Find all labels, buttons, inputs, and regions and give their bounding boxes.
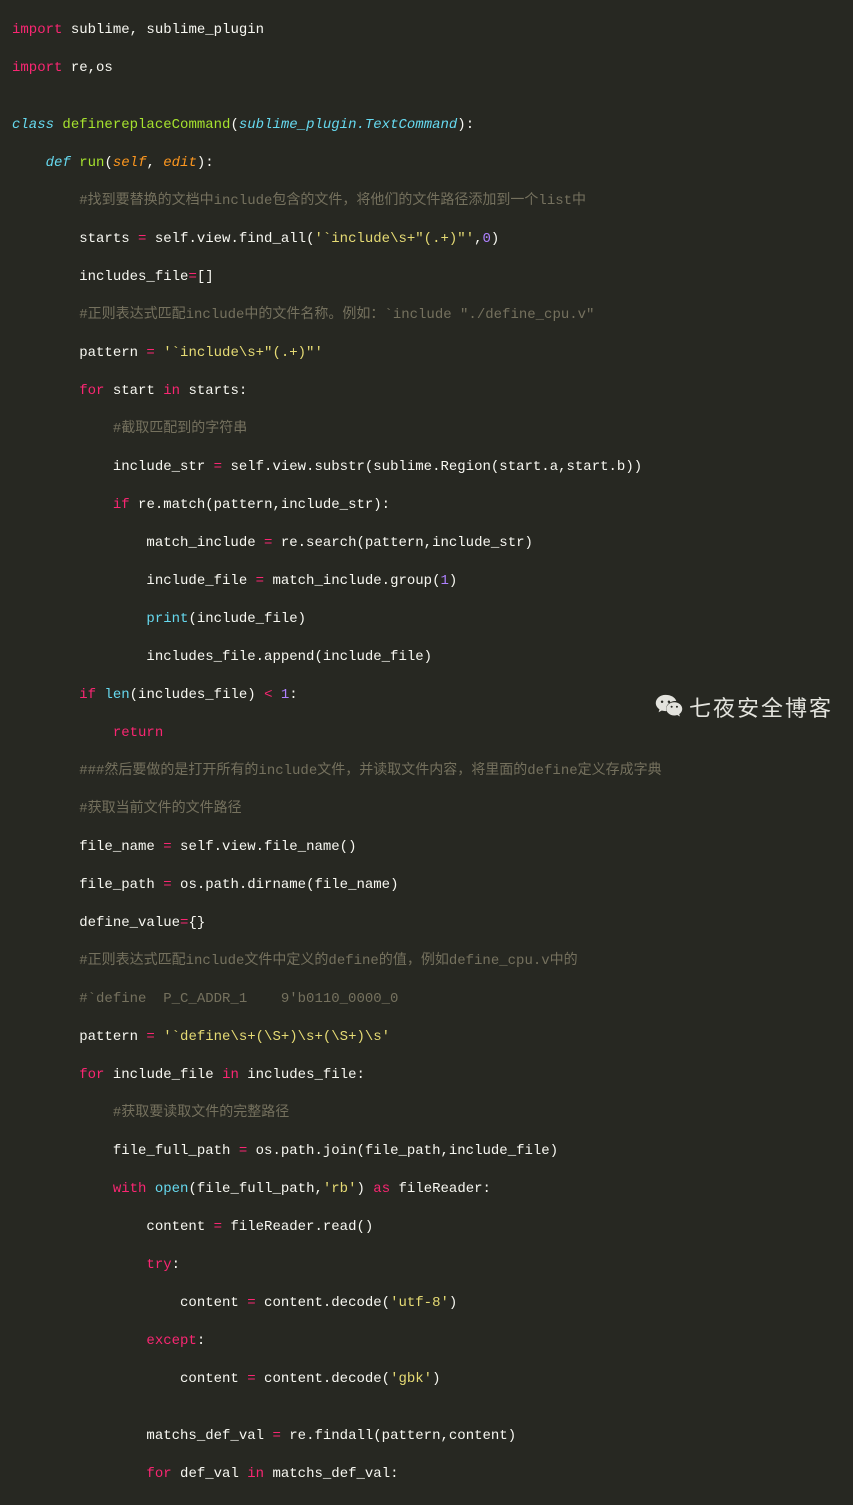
watermark: 七夜安全博客 <box>655 692 833 725</box>
comment: #获取当前文件的文件路径 <box>12 800 853 819</box>
comment: #找到要替换的文档中include包含的文件，将他们的文件路径添加到一个list… <box>12 192 853 211</box>
comment: #截取匹配到的字符串 <box>12 420 853 439</box>
base-class: sublime_plugin.TextCommand <box>239 117 457 133</box>
keyword-import: import <box>12 22 62 38</box>
keyword-class: class <box>12 117 54 133</box>
wechat-icon <box>655 692 683 725</box>
code-block: import sublime, sublime_plugin import re… <box>0 0 853 1505</box>
comment: ###然后要做的是打开所有的include文件，并读取文件内容，将里面的defi… <box>12 762 853 781</box>
comment: #`define P_C_ADDR_1 9'b0110_0000_0 <box>12 990 853 1009</box>
comment: #正则表达式匹配include文件中定义的define的值，例如define_c… <box>12 952 853 971</box>
keyword-def: def <box>46 155 71 171</box>
method-name: run <box>79 155 104 171</box>
class-name: definereplaceCommand <box>62 117 230 133</box>
keyword-import: import <box>12 60 62 76</box>
comment: #获取要读取文件的完整路径 <box>12 1104 853 1123</box>
watermark-text: 七夜安全博客 <box>689 699 833 718</box>
comment: #正则表达式匹配include中的文件名称。例如：`include "./def… <box>12 306 853 325</box>
